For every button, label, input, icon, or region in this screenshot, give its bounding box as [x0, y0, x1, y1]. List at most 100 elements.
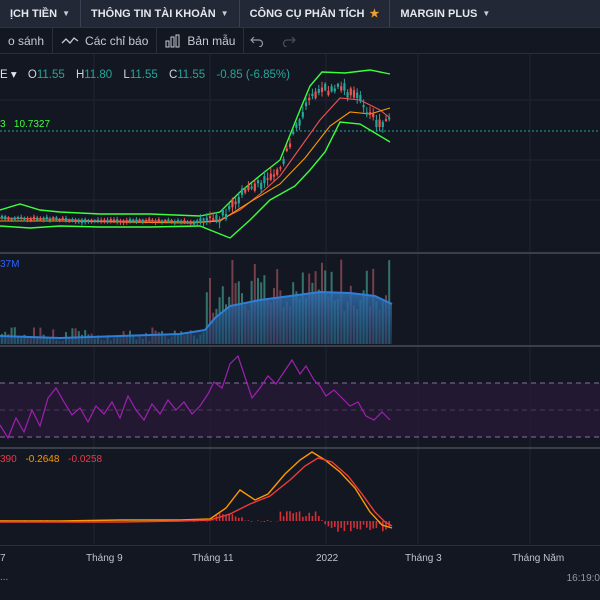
candle-body — [96, 219, 100, 222]
undo-button[interactable] — [244, 28, 276, 53]
candle-body — [349, 88, 352, 96]
candle-body — [333, 88, 336, 92]
macd-histogram-bar — [375, 521, 378, 529]
candle-body — [48, 218, 52, 221]
nav-item-analysis-tools[interactable]: CÔNG CỤ PHÂN TÍCH ★ — [240, 0, 391, 27]
candle-body — [372, 113, 375, 118]
candle-body — [356, 92, 359, 99]
symbol-label[interactable]: E — [0, 69, 8, 81]
rsi-pane — [0, 354, 600, 440]
candle-body — [365, 112, 368, 115]
candle-body — [247, 185, 250, 191]
bollinger-legend: 3 10.7327 — [0, 119, 50, 130]
candle-body — [64, 218, 68, 221]
candle-body — [317, 89, 320, 93]
candle-body — [74, 219, 77, 223]
candle-body — [13, 217, 16, 220]
candle-body — [128, 218, 132, 222]
macd-histogram-bar — [321, 520, 323, 521]
candle-body — [384, 119, 388, 121]
candle-body — [180, 220, 183, 223]
candle-body — [170, 219, 173, 223]
candle-body — [375, 119, 378, 128]
macd-histogram-bar — [340, 521, 342, 528]
indicators-label: Các chỉ báo — [85, 33, 149, 48]
macd-histogram-bar — [362, 521, 365, 525]
nav-label: THÔNG TIN TÀI KHOẢN — [90, 7, 216, 20]
candle-body — [176, 219, 180, 222]
macd-histogram-bar — [282, 516, 285, 521]
bollinger-bands — [0, 69, 391, 239]
candle-body — [84, 219, 87, 223]
candle-body — [164, 219, 167, 222]
compare-button[interactable]: o sánh — [0, 28, 54, 53]
candle-body — [132, 219, 135, 222]
candle-body — [292, 131, 295, 134]
candle-body — [253, 183, 256, 191]
candle-body — [173, 221, 176, 224]
candle-body — [205, 217, 208, 221]
nav-label: CÔNG CỤ PHÂN TÍCH — [249, 7, 365, 20]
time-axis-label: 7 — [0, 553, 6, 564]
redo-button[interactable] — [276, 28, 308, 53]
nav-label: ỊCH TIỀN — [10, 7, 58, 20]
candle-body — [269, 173, 272, 180]
macd-histogram-bar — [359, 521, 362, 530]
chart-toolbar: o sánh Các chỉ báo Bản mẫu — [0, 28, 600, 54]
time-axis-label: Tháng 11 — [192, 553, 234, 564]
redo-icon — [283, 36, 297, 47]
candle-body — [295, 123, 298, 129]
candle-body — [138, 219, 141, 222]
candle-body — [148, 218, 151, 221]
candle-body — [343, 83, 346, 91]
candle-body — [327, 90, 330, 96]
candle-body — [119, 220, 122, 223]
candle-body — [192, 221, 196, 225]
candle-body — [301, 112, 304, 118]
candle-body — [314, 91, 317, 99]
clock: 16:19:0 — [566, 573, 600, 584]
macd-histogram-bar — [337, 521, 339, 532]
candle-body — [336, 83, 340, 87]
candle-body — [160, 220, 164, 223]
macd-legend: 390 -0.2648 -0.0258 — [0, 454, 102, 465]
candle-body — [359, 95, 362, 102]
volume-value: 37M — [0, 259, 20, 270]
macd-histogram-bar — [238, 517, 240, 521]
templates-label: Bản mẫu — [187, 33, 236, 48]
candle-body — [320, 87, 324, 92]
candle-body — [45, 216, 48, 220]
candle-body — [151, 219, 154, 222]
macd-histogram-bar — [289, 511, 291, 521]
macd-histogram-bar — [346, 521, 349, 525]
macd-histogram-bar — [305, 516, 307, 521]
macd-histogram-bar — [231, 514, 234, 521]
templates-button[interactable]: Bản mẫu — [157, 28, 245, 53]
time-axis[interactable]: 7 Tháng 9 Tháng 11 2022 Tháng 3 Tháng Nă… — [0, 545, 600, 568]
chevron-down-icon[interactable]: ▾ — [11, 69, 17, 81]
macd-histogram-bar — [260, 521, 262, 522]
price-chart[interactable] — [0, 54, 600, 544]
indicators-button[interactable]: Các chỉ báo — [53, 28, 158, 53]
caret-down-icon: ▼ — [482, 9, 491, 18]
candle-body — [311, 93, 314, 96]
top-navigation: ỊCH TIỀN ▼ THÔNG TIN TÀI KHOẢN ▼ CÔNG CỤ P… — [0, 0, 600, 28]
macd-histogram-bar — [212, 520, 214, 521]
nav-item-account-info[interactable]: THÔNG TIN TÀI KHOẢN ▼ — [81, 0, 240, 27]
candle-body — [32, 216, 36, 220]
candle-body — [308, 97, 311, 101]
candle-body — [330, 86, 333, 92]
candle-body — [58, 219, 61, 222]
nav-item-transactions[interactable]: ỊCH TIỀN ▼ — [0, 0, 81, 27]
macd-histogram-bar — [298, 511, 301, 521]
ohlc-legend: E ▾ O11.55 H11.80 L11.55 C11.55 -0.85 (-… — [0, 67, 290, 81]
candle-body — [55, 217, 58, 220]
star-icon: ★ — [369, 8, 380, 20]
macd-histogram-bar — [266, 520, 269, 521]
nav-item-margin-plus[interactable]: MARGIN PLUS ▼ — [390, 0, 500, 27]
undo-icon — [250, 36, 264, 47]
macd-histogram-bar — [356, 521, 358, 530]
candle-body — [71, 218, 74, 221]
candle-body — [125, 220, 128, 223]
compare-label: o sánh — [8, 33, 45, 48]
